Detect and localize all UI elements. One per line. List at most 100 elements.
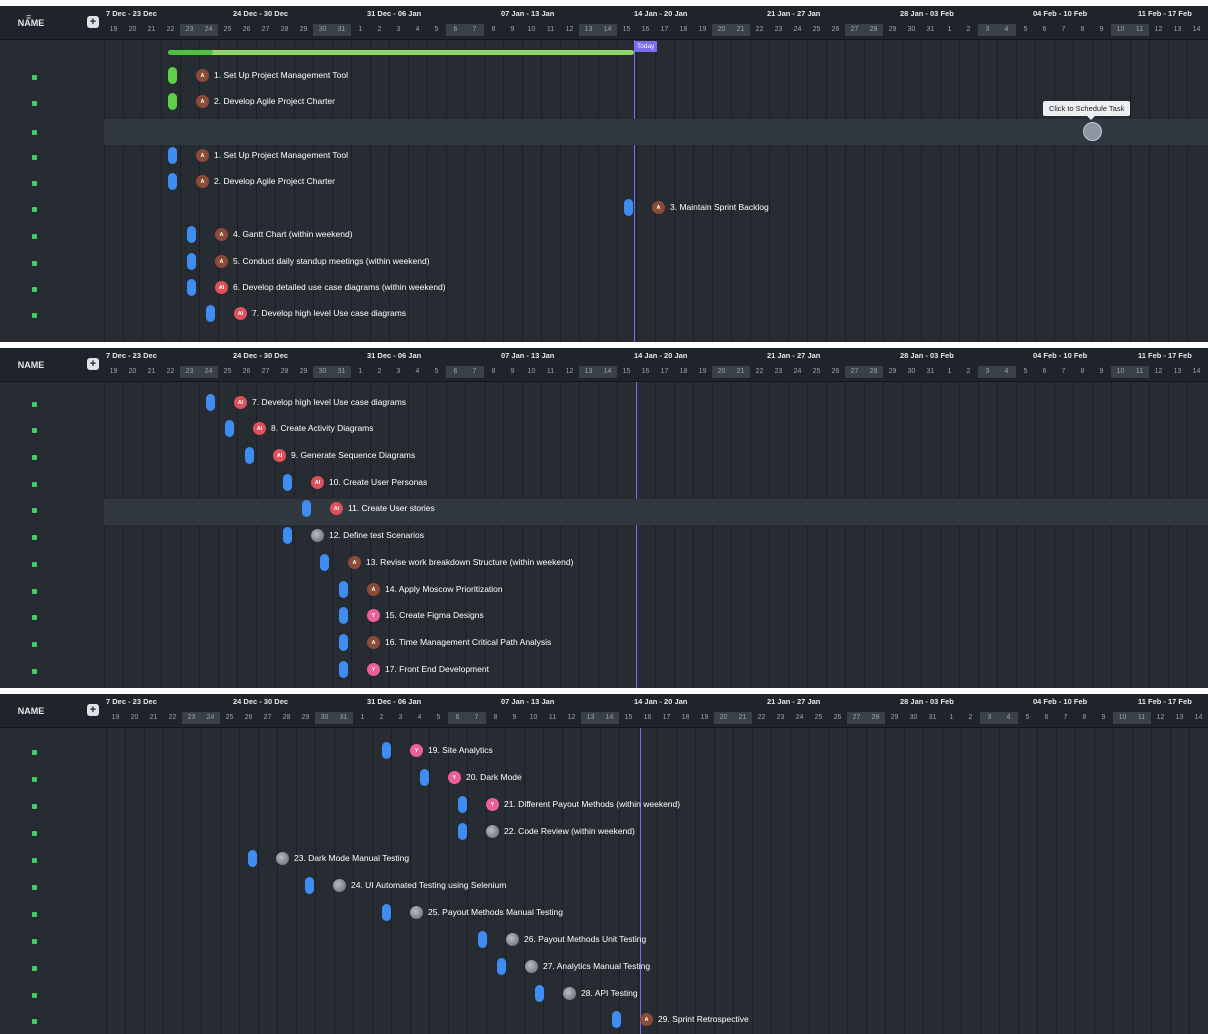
task-label[interactable]: 6. Develop detailed use case diagrams (w… <box>233 282 446 292</box>
task-bar[interactable] <box>206 394 215 411</box>
day-label: 24 <box>199 24 218 36</box>
task-label[interactable]: 10. Create User Personas <box>329 477 427 487</box>
grid-line <box>655 382 656 688</box>
task-bar[interactable] <box>283 474 292 491</box>
empty-schedule-row[interactable] <box>104 119 1208 145</box>
task-label[interactable]: 15. Create Figma Designs <box>385 610 484 620</box>
day-label: 31 <box>926 368 935 375</box>
task-label[interactable]: 25. Payout Methods Manual Testing <box>428 907 563 917</box>
day-label: 21 <box>733 712 752 724</box>
task-bar[interactable] <box>458 823 467 840</box>
task-bar[interactable] <box>497 958 506 975</box>
add-task-icon[interactable]: + <box>87 704 99 716</box>
task-label[interactable]: 5. Conduct daily standup meetings (withi… <box>233 256 430 266</box>
task-label[interactable]: 1. Set Up Project Management Tool <box>214 150 348 160</box>
day-label: 19 <box>109 368 118 375</box>
task-label[interactable]: 1. Set Up Project Management Tool <box>214 70 348 80</box>
grid-line <box>1111 40 1112 342</box>
task-label[interactable]: 4. Gantt Chart (within weekend) <box>233 229 353 239</box>
task-label[interactable]: 14. Apply Moscow Prioritization <box>385 584 503 594</box>
task-label[interactable]: 26. Payout Methods Unit Testing <box>524 934 646 944</box>
grid-line <box>923 728 924 1034</box>
day-label: 27 <box>847 712 866 724</box>
assignee-avatar <box>311 529 324 542</box>
add-task-icon[interactable]: + <box>87 16 99 28</box>
task-label[interactable]: 7. Develop high level Use case diagrams <box>252 397 406 407</box>
task-bar[interactable] <box>339 607 348 624</box>
task-bar[interactable] <box>382 742 391 759</box>
task-label[interactable]: 29. Sprint Retrospective <box>658 1014 749 1024</box>
task-bar[interactable] <box>168 67 177 84</box>
day-label: 20 <box>712 24 731 36</box>
task-bar[interactable] <box>535 985 544 1002</box>
day-label: 12 <box>1154 368 1163 375</box>
task-bar[interactable] <box>612 1011 621 1028</box>
task-label[interactable]: 17. Front End Development <box>385 664 489 674</box>
grid-line <box>275 40 276 342</box>
task-bar[interactable] <box>382 904 391 921</box>
task-bar[interactable] <box>187 279 196 296</box>
task-label[interactable]: 7. Develop high level Use case diagrams <box>252 308 406 318</box>
day-label: 10 <box>1113 712 1132 724</box>
task-bar[interactable] <box>283 527 292 544</box>
task-bar[interactable] <box>478 931 487 948</box>
task-label[interactable]: 20. Dark Mode <box>466 772 522 782</box>
task-bar[interactable] <box>225 420 234 437</box>
task-bar[interactable] <box>305 877 314 894</box>
task-label[interactable]: 2. Develop Agile Project Charter <box>214 176 335 186</box>
task-label[interactable]: 24. UI Automated Testing using Selenium <box>351 880 506 890</box>
task-bar[interactable] <box>248 850 257 867</box>
task-bar[interactable] <box>187 253 196 270</box>
task-label[interactable]: 19. Site Analytics <box>428 745 493 755</box>
task-label[interactable]: 27. Analytics Manual Testing <box>543 961 650 971</box>
grid-line <box>788 382 789 688</box>
day-label: 20 <box>128 368 137 375</box>
day-label: 3 <box>398 714 403 721</box>
grid-line <box>959 382 960 688</box>
task-label[interactable]: 21. Different Payout Methods (within wee… <box>504 799 680 809</box>
row-marker <box>32 562 37 567</box>
task-label[interactable]: 8. Create Activity Diagrams <box>271 423 374 433</box>
task-bar[interactable] <box>302 500 311 517</box>
grid-line <box>1092 382 1093 688</box>
task-bar[interactable] <box>320 554 329 571</box>
list-icon[interactable]: ≡ <box>26 12 31 22</box>
task-label[interactable]: 12. Define test Scenarios <box>329 530 424 540</box>
task-bar[interactable] <box>168 173 177 190</box>
task-label[interactable]: 23. Dark Mode Manual Testing <box>294 853 409 863</box>
task-label[interactable]: 9. Generate Sequence Diagrams <box>291 450 415 460</box>
schedule-task-button[interactable] <box>1083 122 1102 141</box>
task-bar[interactable] <box>458 796 467 813</box>
task-bar[interactable] <box>168 147 177 164</box>
week-label: 07 Jan - 13 Jan <box>501 351 555 360</box>
assignee-avatar: Y <box>448 771 461 784</box>
task-label[interactable]: 22. Code Review (within weekend) <box>504 826 635 836</box>
task-label[interactable]: 2. Develop Agile Project Charter <box>214 96 335 106</box>
grid-line <box>180 382 181 688</box>
task-bar[interactable] <box>168 93 177 110</box>
day-label: 5 <box>434 26 439 33</box>
task-bar[interactable] <box>624 199 633 216</box>
day-label: 8 <box>1080 26 1085 33</box>
add-task-icon[interactable]: + <box>87 358 99 370</box>
task-label[interactable]: 13. Revise work breakdown Structure (wit… <box>366 557 573 567</box>
grid-line <box>1132 728 1133 1034</box>
task-bar[interactable] <box>339 581 348 598</box>
day-label: 13 <box>1173 368 1182 375</box>
hovered-row[interactable] <box>104 499 1208 525</box>
task-bar[interactable] <box>339 634 348 651</box>
task-bar[interactable] <box>187 226 196 243</box>
task-label[interactable]: 28. API Testing <box>581 988 638 998</box>
day-label: 28 <box>282 714 291 721</box>
task-bar[interactable] <box>420 769 429 786</box>
task-bar[interactable] <box>245 447 254 464</box>
grid-line <box>201 728 202 1034</box>
task-label[interactable]: 11. Create User stories <box>348 503 435 513</box>
task-label[interactable]: 3. Maintain Sprint Backlog <box>670 202 769 212</box>
task-label[interactable]: 16. Time Management Critical Path Analys… <box>385 637 551 647</box>
task-bar[interactable] <box>339 661 348 678</box>
week-label: 24 Dec - 30 Dec <box>233 9 289 18</box>
row-marker <box>32 993 37 998</box>
task-bar[interactable] <box>206 305 215 322</box>
day-label: 22 <box>755 26 764 33</box>
